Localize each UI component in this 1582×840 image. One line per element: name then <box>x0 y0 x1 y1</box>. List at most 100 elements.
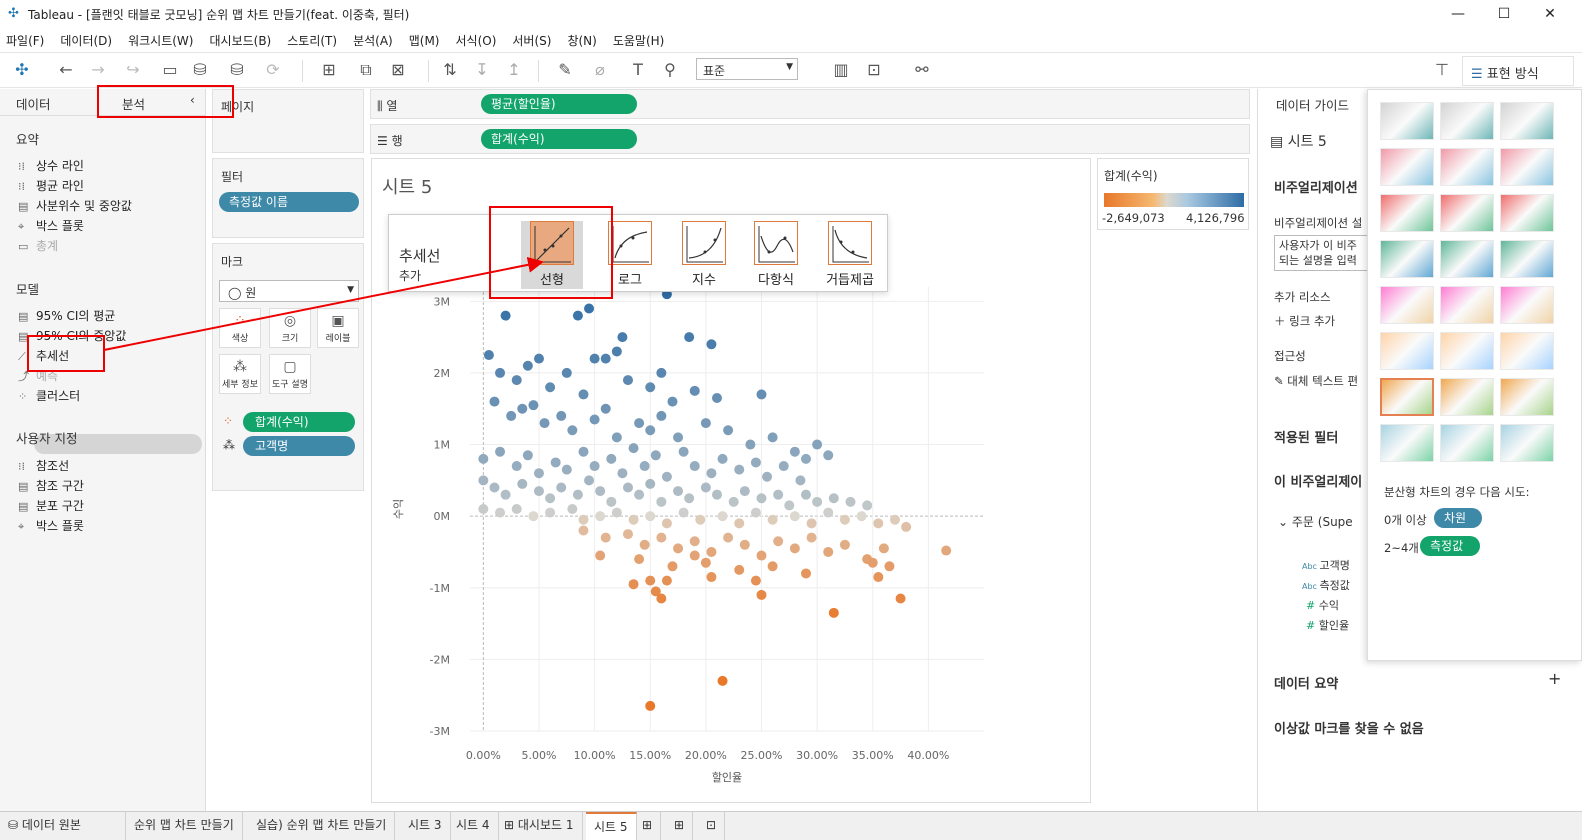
tableau-home-icon[interactable]: ✣ <box>12 60 32 80</box>
new-worksheet-tab-icon[interactable]: ⊞ <box>634 812 662 840</box>
trend-model-exponential[interactable]: 지수 <box>673 221 735 289</box>
trend-model-power[interactable]: 거듭제곱 <box>819 221 881 289</box>
clear-sheet-icon[interactable]: ⊠ <box>386 60 410 80</box>
menu-format[interactable]: 서식(O) <box>456 28 505 50</box>
size-button[interactable]: ◎ 크기 <box>269 308 311 348</box>
chart-type-thumbnail[interactable] <box>1440 194 1494 232</box>
chart-type-thumbnail[interactable] <box>1380 240 1434 278</box>
duplicate-sheet-icon[interactable]: ⧉ <box>356 60 376 80</box>
summary-item[interactable]: ⁝⁞ 상수 라인 <box>18 157 84 174</box>
chart-type-thumbnail[interactable] <box>1440 240 1494 278</box>
chart-type-thumbnail[interactable] <box>1500 240 1554 278</box>
fix-axes-icon[interactable]: ⚲ <box>660 60 680 80</box>
swap-rows-columns-icon[interactable]: ⇅ <box>440 60 460 80</box>
chart-type-thumbnail[interactable] <box>1440 424 1494 462</box>
redo-icon[interactable]: → <box>88 60 108 80</box>
summary-item[interactable]: ⁝⁞ 평균 라인 <box>18 177 84 194</box>
summary-item[interactable]: ⌖ 박스 플롯 <box>18 217 84 234</box>
chart-type-thumbnail[interactable] <box>1500 286 1554 324</box>
guide-order-source[interactable]: ⌄ 주문 (Supe <box>1278 513 1353 530</box>
share-icon[interactable]: ⚯ <box>912 60 932 80</box>
mark-pill-detail[interactable]: 고객명 <box>243 436 355 456</box>
new-dashboard-tab-icon[interactable]: ⊞ <box>666 812 694 840</box>
save-icon[interactable]: ▭ <box>160 60 180 80</box>
summary-item[interactable]: ▭ 총계 <box>18 237 58 254</box>
tab-data[interactable]: 데이터 <box>16 94 51 113</box>
show-labels-icon[interactable]: T <box>628 60 648 80</box>
tab-data-source[interactable]: ⛁ 데이터 원본 <box>0 812 126 840</box>
tab-sheet-active[interactable]: 시트 5 <box>586 812 637 840</box>
alt-text-button[interactable]: ✎ 대체 텍스트 편 <box>1274 373 1358 389</box>
menu-map[interactable]: 맵(M) <box>409 28 448 50</box>
model-item[interactable]: ▤ 95% CI의 평균 <box>18 307 115 324</box>
model-item[interactable]: ⁘ 클러스터 <box>18 387 80 404</box>
filters-shelf[interactable]: 필터 측정값 이름 <box>212 158 364 238</box>
chart-type-thumbnail[interactable] <box>1500 148 1554 186</box>
chart-type-thumbnail[interactable] <box>1380 148 1434 186</box>
menu-data[interactable]: 데이터(D) <box>60 28 120 50</box>
minimize-button[interactable]: — <box>1448 4 1468 24</box>
menu-story[interactable]: 스토리(T) <box>287 28 345 50</box>
menu-file[interactable]: 파일(F) <box>6 28 52 50</box>
chart-type-thumbnail[interactable] <box>1380 424 1434 462</box>
chart-type-thumbnail[interactable] <box>1500 378 1554 416</box>
presentation-mode-icon[interactable]: ⊡ <box>864 60 884 80</box>
chart-type-thumbnail[interactable] <box>1440 286 1494 324</box>
add-link-button[interactable]: ＋ 링크 추가 <box>1274 313 1335 329</box>
pause-updates-icon[interactable]: ⛁ <box>222 60 252 80</box>
show-cards-icon[interactable]: ▥ <box>826 60 856 80</box>
chart-type-thumbnail[interactable] <box>1380 332 1434 370</box>
filter-pill[interactable]: 측정값 이름 <box>219 192 359 212</box>
menu-dashboard[interactable]: 대시보드(B) <box>209 28 279 50</box>
chart-type-thumbnail[interactable] <box>1500 424 1554 462</box>
new-datasource-icon[interactable]: ⛁ <box>190 60 210 80</box>
columns-shelf[interactable]: ⫼ 열 평균(할인율) <box>370 89 1250 119</box>
custom-item[interactable]: ▤ 분포 구간 <box>18 497 84 514</box>
maximize-button[interactable]: ☐ <box>1494 4 1514 24</box>
tooltip-button[interactable]: ▢ 도구 설명 <box>269 354 311 394</box>
highlighter-icon[interactable]: ⊤ <box>1432 60 1452 80</box>
chart-type-thumbnail[interactable] <box>1440 102 1494 140</box>
color-button[interactable]: ⁘ 색상 <box>219 308 261 348</box>
refresh-icon[interactable]: ⟳ <box>258 60 288 80</box>
columns-pill[interactable]: 평균(할인율) <box>481 94 637 114</box>
chart-type-thumbnail[interactable] <box>1380 194 1434 232</box>
custom-item[interactable]: ⌖ 박스 플롯 <box>18 517 84 534</box>
close-button[interactable]: ✕ <box>1540 4 1560 24</box>
chart-type-thumbnail[interactable] <box>1500 194 1554 232</box>
show-me-button[interactable]: ☰ 표현 방식 <box>1462 56 1574 86</box>
trend-model-polynomial[interactable]: 다항식 <box>745 221 807 289</box>
tab-dashboard[interactable]: ⊞ 대시보드 1 <box>496 812 583 840</box>
chart-type-thumbnail[interactable] <box>1440 148 1494 186</box>
tab-sheet[interactable]: 시트 3 <box>400 812 451 840</box>
chart-type-thumbnail[interactable] <box>1500 332 1554 370</box>
rows-pill[interactable]: 합계(수익) <box>481 129 637 149</box>
highlight-icon[interactable]: ✎ <box>550 60 580 80</box>
detail-button[interactable]: ⁂ 세부 정보 <box>219 354 261 394</box>
chart-type-thumbnail[interactable] <box>1380 286 1434 324</box>
chart-type-thumbnail[interactable] <box>1440 378 1494 416</box>
chart-type-thumbnail[interactable] <box>1500 102 1554 140</box>
mark-pill-color[interactable]: 합계(수익) <box>243 412 355 432</box>
custom-item[interactable]: ⁝⁞ 참조선 <box>18 457 69 474</box>
pages-shelf[interactable]: 페이지 <box>212 89 364 153</box>
menu-server[interactable]: 서버(S) <box>512 28 559 50</box>
replay-icon[interactable]: ↪ <box>118 60 148 80</box>
group-icon[interactable]: ⌀ <box>590 60 610 80</box>
tab-sheet[interactable]: 시트 4 <box>448 812 499 840</box>
expand-plus-icon[interactable]: + <box>1548 669 1561 688</box>
summary-item[interactable]: ▤ 사분위수 및 중앙값 <box>18 197 132 214</box>
fit-select[interactable]: 표준 ▼ <box>696 58 798 80</box>
menu-worksheet[interactable]: 워크시트(W) <box>128 28 201 50</box>
sort-ascending-icon[interactable]: ↧ <box>472 60 492 80</box>
menu-help[interactable]: 도움말(H) <box>613 28 673 50</box>
new-story-tab-icon[interactable]: ⊡ <box>698 812 726 840</box>
tab-sheet[interactable]: 실습) 순위 맵 차트 만들기 <box>248 812 396 840</box>
chart-type-thumbnail[interactable] <box>1380 378 1434 416</box>
chart-type-thumbnail[interactable] <box>1440 332 1494 370</box>
new-worksheet-icon[interactable]: ⊞ <box>314 60 344 80</box>
custom-item[interactable]: ▤ 참조 구간 <box>18 477 84 494</box>
menu-analysis[interactable]: 분석(A) <box>353 28 401 50</box>
label-button[interactable]: ▣ 레이블 <box>317 308 359 348</box>
mark-type-select[interactable]: ◯ 원 ▼ <box>219 280 359 302</box>
